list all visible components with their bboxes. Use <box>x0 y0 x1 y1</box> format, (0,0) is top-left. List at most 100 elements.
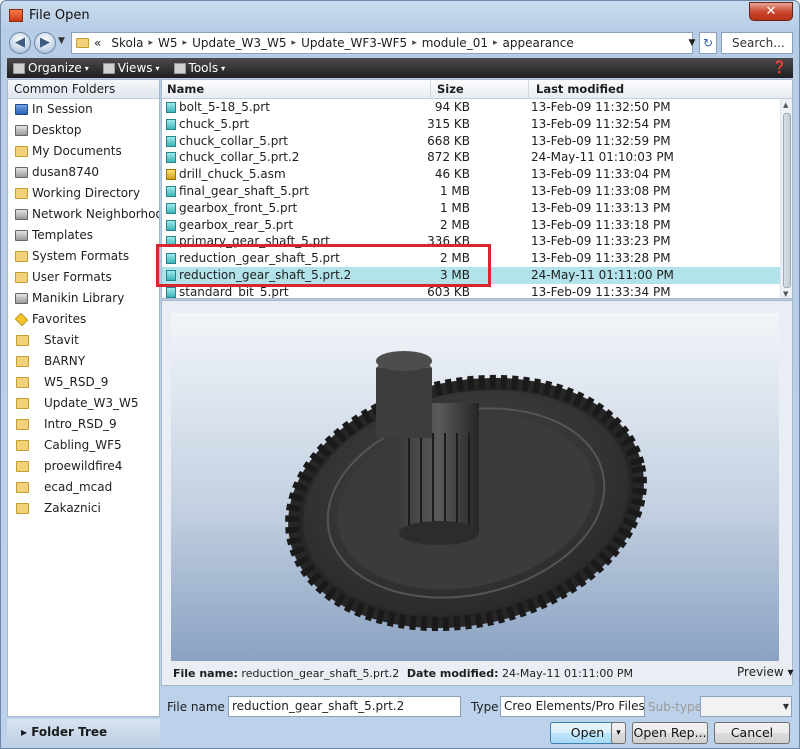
file-modified: 24-May-11 01:10:03 PM <box>531 150 674 165</box>
chevron-right-icon[interactable]: ▸ <box>412 38 417 48</box>
file-modified: 13-Feb-09 11:33:28 PM <box>531 251 671 266</box>
file-modified: 13-Feb-09 11:33:23 PM <box>531 234 671 249</box>
sidebar-favorite-intro-rsd-9[interactable]: Intro_RSD_9 <box>8 414 159 435</box>
column-name[interactable]: Name <box>167 80 204 99</box>
file-row[interactable]: chuck_5.prt 315 KB 13-Feb-09 11:32:54 PM <box>162 116 792 133</box>
sidebar: Common Folders In Session Desktop My Doc… <box>7 79 160 717</box>
views-menu[interactable]: Views ▾ <box>102 61 160 75</box>
column-divider[interactable] <box>528 80 529 99</box>
file-row[interactable]: gearbox_rear_5.prt 2 MB 13-Feb-09 11:33:18… <box>162 217 792 234</box>
sidebar-favorite-update-w3-w5[interactable]: Update_W3_W5 <box>8 393 159 414</box>
model-preview[interactable] <box>171 313 779 661</box>
back-button[interactable]: ◀ <box>9 32 31 54</box>
preview-toggle[interactable]: Preview ▾ <box>737 665 794 679</box>
sidebar-favorite-stavit[interactable]: Stavit <box>8 330 159 351</box>
sidebar-favorite-proewildfire4[interactable]: proewildfire4 <box>8 456 159 477</box>
sidebar-item-label: User Formats <box>32 270 112 284</box>
close-button[interactable]: ✕ <box>749 2 793 21</box>
folder-icon <box>16 419 29 430</box>
forward-button[interactable]: ▶ <box>34 32 56 54</box>
refresh-icon[interactable]: ↻ <box>699 32 717 54</box>
file-row[interactable]: bolt_5-18_5.prt 94 KB 13-Feb-09 11:32:50 P… <box>162 99 792 116</box>
toolbar: Organize ▾ Views ▾ Tools ▾ ❓ <box>7 58 793 78</box>
organize-label: Organize <box>28 61 82 75</box>
app-icon <box>9 9 23 22</box>
sidebar-item-my-documents[interactable]: My Documents <box>8 141 159 162</box>
address-bar[interactable]: « Skola ▸ W5 ▸ Update_W3_W5 ▸ Update_WF3… <box>71 32 693 54</box>
sidebar-item-label: Templates <box>32 228 94 242</box>
address-dropdown[interactable]: ▼ <box>686 32 698 54</box>
sidebar-item-templates[interactable]: Templates <box>8 225 159 246</box>
file-name: final_gear_shaft_5.prt <box>179 183 309 198</box>
cancel-button[interactable]: Cancel <box>714 722 790 744</box>
file-row[interactable]: chuck_collar_5.prt 668 KB 13-Feb-09 11:32:… <box>162 133 792 150</box>
recent-locations-dropdown[interactable]: ▼ <box>58 36 65 46</box>
sidebar-item-working-directory[interactable]: Working Directory <box>8 183 159 204</box>
organize-menu[interactable]: Organize ▾ <box>13 61 89 75</box>
sidebar-item-manikin-library[interactable]: Manikin Library <box>8 288 159 309</box>
breadcrumb-appearance[interactable]: appearance <box>503 36 574 50</box>
sidebar-item-favorites[interactable]: Favorites <box>8 309 159 330</box>
breadcrumb-w5[interactable]: W5 <box>158 36 178 50</box>
session-icon <box>15 104 28 115</box>
sidebar-item-label: Working Directory <box>32 186 141 200</box>
chevron-right-icon[interactable]: ▸ <box>493 38 498 48</box>
file-list-header: Name Size Last modified <box>162 80 792 99</box>
file-size: 315 KB <box>427 116 470 131</box>
sidebar-item-label: proewildfire4 <box>44 459 123 473</box>
scrollbar-thumb[interactable] <box>783 113 791 288</box>
sidebar-item-desktop[interactable]: Desktop <box>8 120 159 141</box>
open-options-dropdown[interactable]: ▾ <box>611 722 626 744</box>
sidebar-item-label: Manikin Library <box>32 291 125 305</box>
column-size[interactable]: Size <box>437 80 464 99</box>
file-size: 668 KB <box>427 133 470 148</box>
breadcrumb-skola[interactable]: Skola <box>111 36 143 50</box>
folder-tree-toggle[interactable]: ▸ Folder Tree <box>7 719 160 746</box>
help-icon[interactable]: ❓ <box>772 60 787 74</box>
sidebar-item-in-session[interactable]: In Session <box>8 99 159 120</box>
breadcrumb-update-w3-w5[interactable]: Update_W3_W5 <box>192 36 286 50</box>
file-name: chuck_collar_5.prt <box>179 133 288 148</box>
tools-menu[interactable]: Tools ▾ <box>173 61 226 75</box>
file-row[interactable]: final_gear_shaft_5.prt 1 MB 13-Feb-09 11:3… <box>162 183 792 200</box>
column-last-modified[interactable]: Last modified <box>536 80 624 99</box>
column-divider[interactable] <box>430 80 431 99</box>
file-row[interactable]: chuck_collar_5.prt.2 872 KB 24-May-11 01:1… <box>162 149 792 166</box>
chevron-down-icon: ▾ <box>221 63 226 73</box>
file-row[interactable]: drill_chuck_5.asm 46 KB 13-Feb-09 11:33:04… <box>162 166 792 183</box>
scroll-down-icon[interactable]: ▼ <box>783 290 788 298</box>
sidebar-item-label: Cabling_WF5 <box>44 438 122 452</box>
chevron-right-icon[interactable]: ▸ <box>149 38 154 48</box>
subtype-select[interactable]: ▼ <box>700 696 792 717</box>
sidebar-item-system-formats[interactable]: System Formats <box>8 246 159 267</box>
breadcrumb-module-01[interactable]: module_01 <box>422 36 488 50</box>
chevron-right-icon[interactable]: ▸ <box>292 38 297 48</box>
file-row[interactable]: gearbox_front_5.prt 1 MB 13-Feb-09 11:33:1… <box>162 200 792 217</box>
chevron-right-icon: ▸ <box>21 725 28 739</box>
file-name: chuck_collar_5.prt.2 <box>179 150 300 165</box>
sidebar-item-label: My Documents <box>32 144 122 158</box>
details-date-value: 24-May-11 01:11:00 PM <box>501 667 633 680</box>
chevron-right-icon[interactable]: ▸ <box>183 38 188 48</box>
file-modified: 13-Feb-09 11:33:08 PM <box>531 183 671 198</box>
sidebar-item-user-formats[interactable]: User Formats <box>8 267 159 288</box>
type-select[interactable]: Creo Elements/Pro Files <box>500 696 645 717</box>
scroll-up-icon[interactable]: ▲ <box>783 101 788 109</box>
sidebar-favorite-w5-rsd-9[interactable]: W5_RSD_9 <box>8 372 159 393</box>
sidebar-favorite-cabling-wf5[interactable]: Cabling_WF5 <box>8 435 159 456</box>
details-name-label: File name: <box>173 667 238 680</box>
sidebar-favorite-ecad-mcad[interactable]: ecad_mcad <box>8 477 159 498</box>
file-name-field[interactable]: reduction_gear_shaft_5.prt.2 <box>228 696 461 717</box>
sidebar-item-computer[interactable]: dusan8740 <box>8 162 159 183</box>
sidebar-item-network[interactable]: Network Neighborhood <box>8 204 159 225</box>
address-overflow[interactable]: « <box>94 36 101 50</box>
favorites-icon <box>14 312 29 327</box>
file-list-scrollbar[interactable]: ▲ ▼ <box>780 99 792 298</box>
sidebar-favorite-zakaznici[interactable]: Zakaznici <box>8 498 159 519</box>
sidebar-favorite-barny[interactable]: BARNY <box>8 351 159 372</box>
part-file-icon <box>166 185 176 197</box>
breadcrumb-update-wf3-wf5[interactable]: Update_WF3-WF5 <box>301 36 407 50</box>
open-rep-button[interactable]: Open Rep... <box>632 722 708 744</box>
search-input[interactable]: Search... <box>721 32 793 54</box>
sidebar-item-label: Desktop <box>32 123 82 137</box>
